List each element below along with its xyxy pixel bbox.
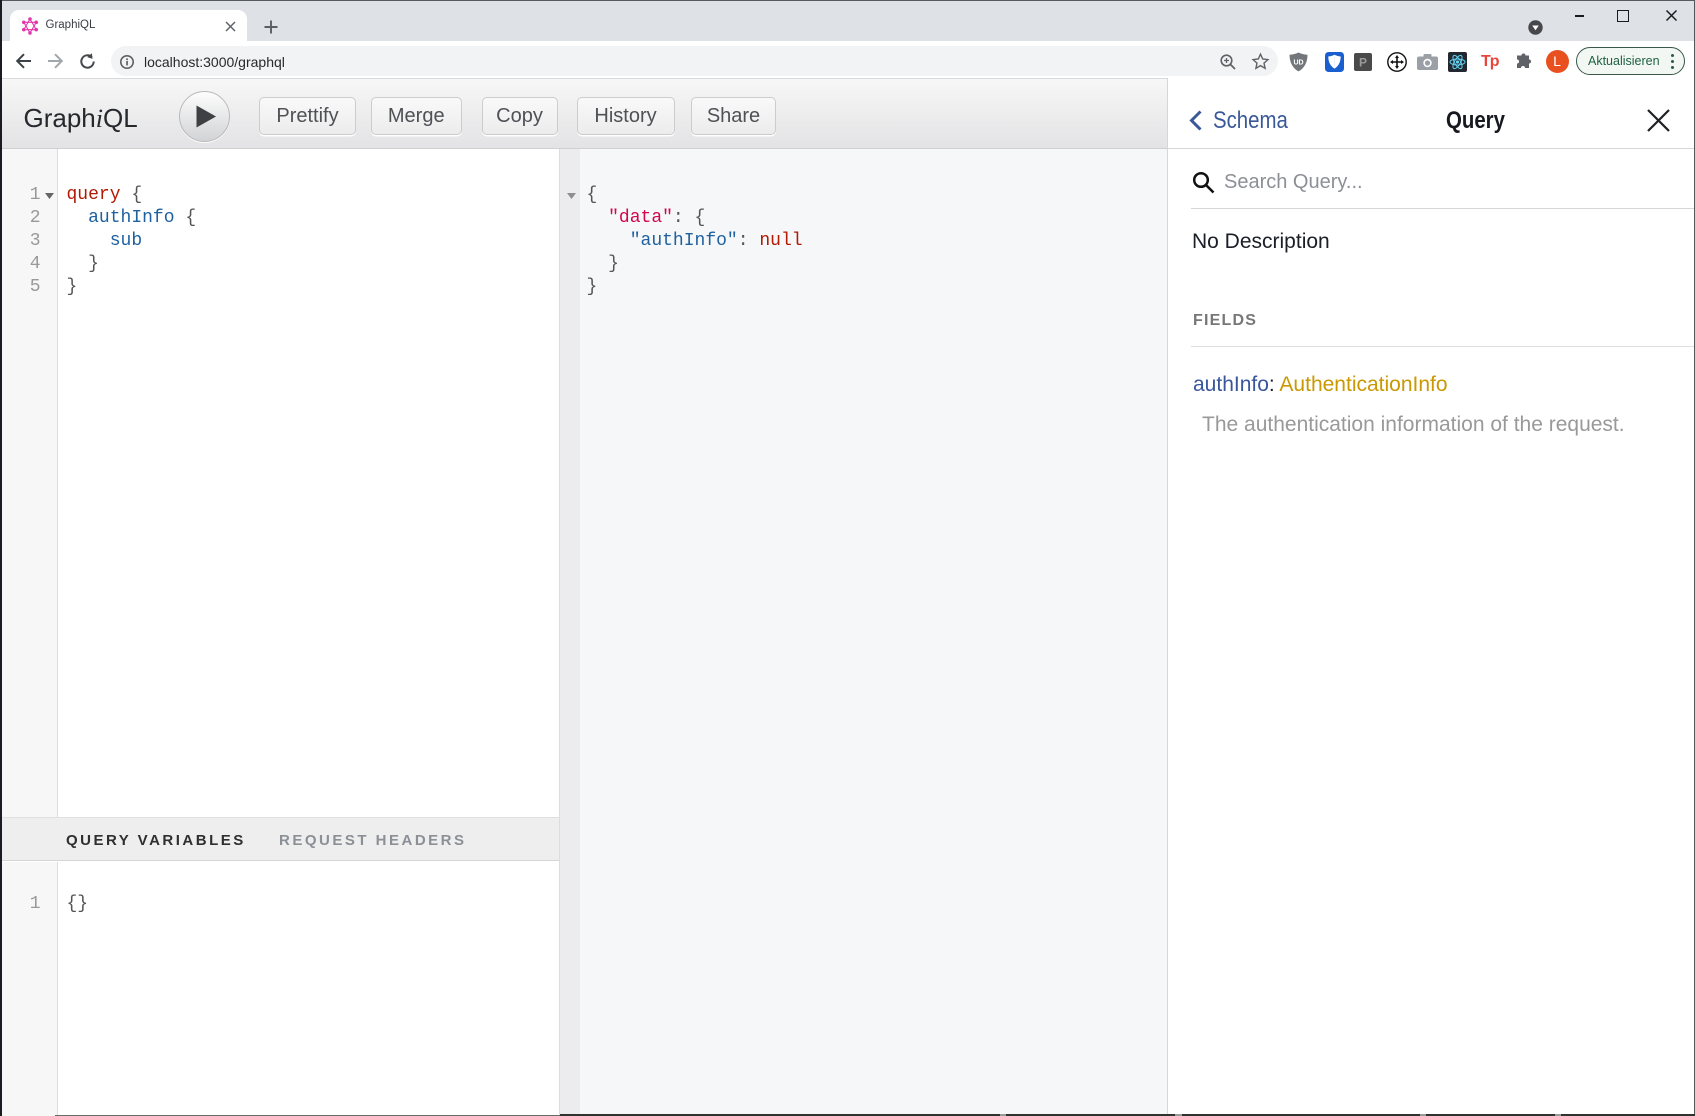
svg-text:UD: UD: [1293, 60, 1303, 67]
svg-text:P: P: [1359, 56, 1367, 70]
